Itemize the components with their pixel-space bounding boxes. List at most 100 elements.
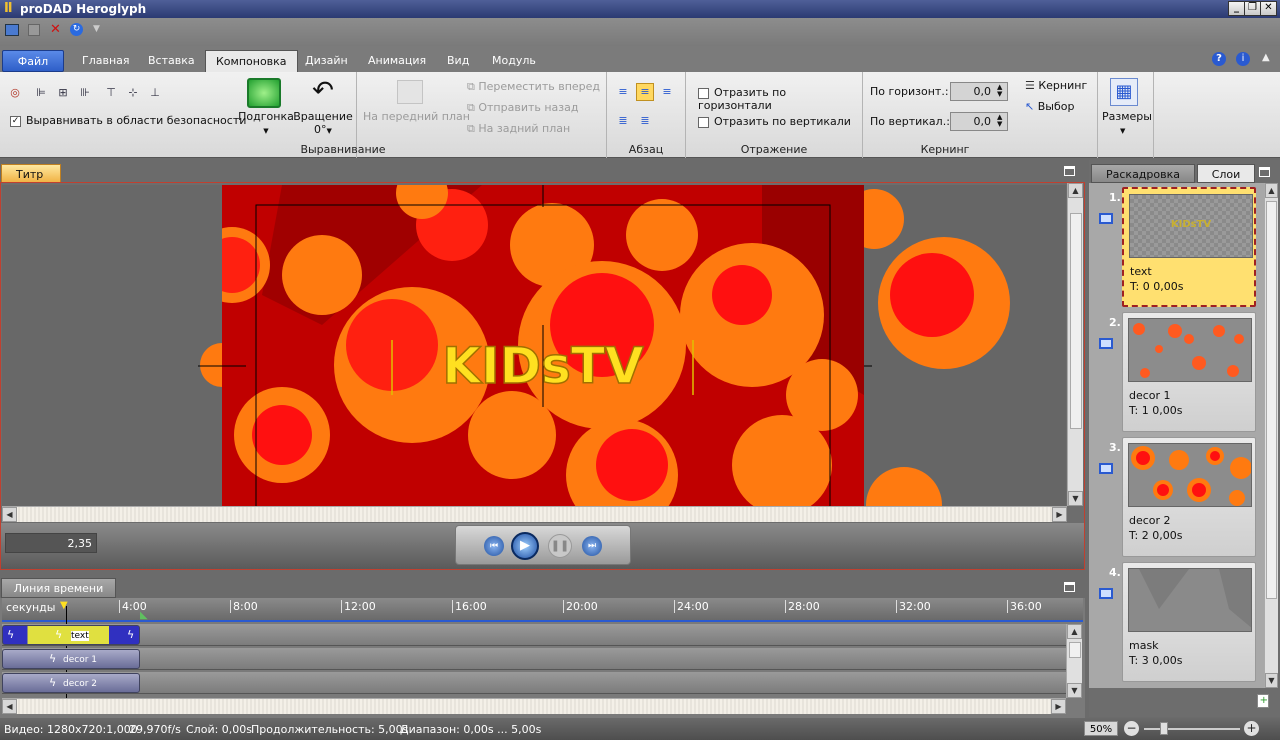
kerning-btn-label: Кернинг <box>1038 79 1088 92</box>
close-button[interactable]: ✕ <box>1260 1 1277 16</box>
open-icon[interactable] <box>5 24 19 36</box>
add-layer-icon[interactable]: + <box>1257 694 1269 708</box>
send-back-label: Отправить назад <box>478 101 579 114</box>
maximize-side-icon[interactable] <box>1259 167 1270 177</box>
time-display[interactable]: 2,35 <box>5 533 97 553</box>
scroll-down-icon[interactable]: ▼ <box>1067 683 1082 698</box>
scroll-left-icon[interactable]: ◀ <box>2 699 17 714</box>
align-center-icon[interactable]: ⊞ <box>56 86 70 100</box>
kern-v-spinner-icon[interactable]: ▲ ▼ <box>997 114 1002 128</box>
help-icon[interactable]: ? <box>1212 52 1226 66</box>
text-align-center-icon[interactable]: ≡ <box>636 83 654 101</box>
monitor-icon[interactable] <box>1099 463 1113 474</box>
qat-dropdown-icon[interactable]: ▼ <box>93 24 100 34</box>
monitor-icon[interactable] <box>1099 338 1113 349</box>
minimize-button[interactable]: _ <box>1228 1 1245 16</box>
layer-item-text[interactable]: KIDsTV text T: 0 0,00s <box>1122 187 1256 307</box>
play-icon[interactable]: ▶ <box>511 532 539 560</box>
align-right-icon[interactable]: ⊪ <box>78 86 92 100</box>
zoom-in-icon[interactable]: + <box>1244 721 1259 736</box>
tab-titr[interactable]: Титр <box>1 164 61 184</box>
delete-icon[interactable]: ✕ <box>50 22 61 37</box>
info-icon[interactable]: i <box>1236 52 1250 66</box>
tab-storyboard[interactable]: Раскадровка <box>1091 164 1195 183</box>
preview-canvas[interactable]: KIDsTV <box>222 185 864 506</box>
zoom-value[interactable]: 50% <box>1084 721 1118 736</box>
track-decor-2[interactable]: ϟ decor 2 <box>2 672 1066 694</box>
skip-end-icon[interactable]: ⏭ <box>582 536 602 556</box>
text-justify-all-icon[interactable]: ≣ <box>638 114 652 128</box>
timeline-ruler[interactable]: секунды ▼ 4:00 8:00 12:00 16:00 20:00 24:00 28… <box>2 598 1083 622</box>
select-button[interactable]: ↖ Выбор <box>1025 100 1074 113</box>
layers-vscroll[interactable]: ▲ ▼ <box>1264 183 1278 688</box>
tab-animation[interactable]: Анимация <box>358 50 436 72</box>
tab-layout[interactable]: Компоновка <box>205 50 298 72</box>
text-align-right-icon[interactable]: ≡ <box>660 85 674 99</box>
fit-button[interactable]: Подгонка ▼ <box>236 110 296 136</box>
tab-layers[interactable]: Слои <box>1197 164 1255 183</box>
pause-icon[interactable]: ❚❚ <box>548 534 572 558</box>
flip-v-checkbox[interactable]: Отразить по вертикали <box>698 115 851 128</box>
restore-button[interactable]: ❐ <box>1244 1 1261 16</box>
preview-vscroll[interactable]: ▲ ▼ <box>1067 183 1083 506</box>
tab-design[interactable]: Дизайн <box>295 50 358 72</box>
skip-start-icon[interactable]: ⏮ <box>484 536 504 556</box>
scroll-up-icon[interactable]: ▲ <box>1265 183 1278 198</box>
clip-text[interactable]: ϟ ϟ text ϟ <box>2 625 140 645</box>
scroll-thumb[interactable] <box>1069 642 1081 658</box>
kern-h-spinner-icon[interactable]: ▲ ▼ <box>997 84 1002 98</box>
timeline-vscroll[interactable]: ▲ ▼ <box>1066 624 1082 698</box>
clip-decor-2[interactable]: ϟ decor 2 <box>2 673 140 693</box>
flip-h-checkbox[interactable]: Отразить по горизонтали <box>698 86 862 112</box>
kerning-button[interactable]: ☰ Кернинг <box>1025 79 1087 92</box>
scroll-thumb[interactable] <box>1266 201 1277 599</box>
refresh-icon[interactable]: ↻ <box>70 23 83 36</box>
layer-item-decor-1[interactable]: decor 1 T: 1 0,00s <box>1122 312 1256 432</box>
zoom-out-icon[interactable]: − <box>1124 721 1139 736</box>
target-icon[interactable]: ◎ <box>8 86 22 100</box>
sizes-button[interactable]: Размеры ▼ <box>1102 110 1152 136</box>
preview-hscroll[interactable]: ◀ ▶ <box>2 506 1067 522</box>
tab-insert[interactable]: Вставка <box>138 50 205 72</box>
ribbon-collapse-icon[interactable]: ▲ <box>1262 52 1270 63</box>
zoom-slider-track[interactable] <box>1144 728 1240 730</box>
layer-item-mask[interactable]: mask T: 3 0,00s <box>1122 562 1256 682</box>
monitor-icon[interactable] <box>1099 213 1113 224</box>
scroll-down-icon[interactable]: ▼ <box>1265 673 1278 688</box>
maximize-timeline-icon[interactable] <box>1064 582 1075 592</box>
timeline-hscroll[interactable]: ◀ ▶ <box>2 698 1066 714</box>
tab-module[interactable]: Модуль <box>482 50 546 72</box>
layer-item-decor-2[interactable]: decor 2 T: 2 0,00s <box>1122 437 1256 557</box>
tab-view[interactable]: Вид <box>437 50 479 72</box>
align-safe-checkbox[interactable]: ✓ Выравнивать в области безопасности <box>10 114 246 127</box>
track-decor-1[interactable]: ϟ decor 1 <box>2 648 1066 670</box>
fit-icon[interactable] <box>247 78 281 108</box>
align-middle-icon[interactable]: ⊹ <box>126 86 140 100</box>
scroll-up-icon[interactable]: ▲ <box>1068 183 1083 198</box>
range-end-marker-icon[interactable]: ◣ <box>140 610 148 621</box>
scroll-thumb[interactable] <box>1070 213 1082 429</box>
scroll-right-icon[interactable]: ▶ <box>1052 507 1067 522</box>
text-justify-icon[interactable]: ≣ <box>616 114 630 128</box>
grid-icon[interactable]: ▦ <box>1110 78 1138 106</box>
scroll-left-icon[interactable]: ◀ <box>2 507 17 522</box>
align-left-icon[interactable]: ⊫ <box>34 86 48 100</box>
tab-home[interactable]: Главная <box>72 50 140 72</box>
scroll-down-icon[interactable]: ▼ <box>1068 491 1083 506</box>
rotation-button[interactable]: Вращение 0°▼ <box>293 110 353 136</box>
scroll-up-icon[interactable]: ▲ <box>1067 624 1082 639</box>
monitor-icon[interactable] <box>1099 588 1113 599</box>
rotation-icon[interactable]: ↶ <box>307 76 339 108</box>
track-text[interactable]: ϟ ϟ text ϟ <box>2 624 1066 646</box>
tab-file[interactable]: Файл <box>2 50 64 72</box>
tab-timeline[interactable]: Линия времени <box>1 578 116 598</box>
save-icon[interactable] <box>28 24 40 36</box>
status-fps: 29,970f/s <box>129 723 181 736</box>
scroll-right-icon[interactable]: ▶ <box>1051 699 1066 714</box>
text-align-left-icon[interactable]: ≡ <box>616 85 630 99</box>
align-top-icon[interactable]: ⊤ <box>104 86 118 100</box>
clip-decor-1[interactable]: ϟ decor 1 <box>2 649 140 669</box>
align-bottom-icon[interactable]: ⊥ <box>148 86 162 100</box>
zoom-slider-thumb[interactable] <box>1160 722 1168 735</box>
maximize-panel-icon[interactable] <box>1064 166 1075 176</box>
